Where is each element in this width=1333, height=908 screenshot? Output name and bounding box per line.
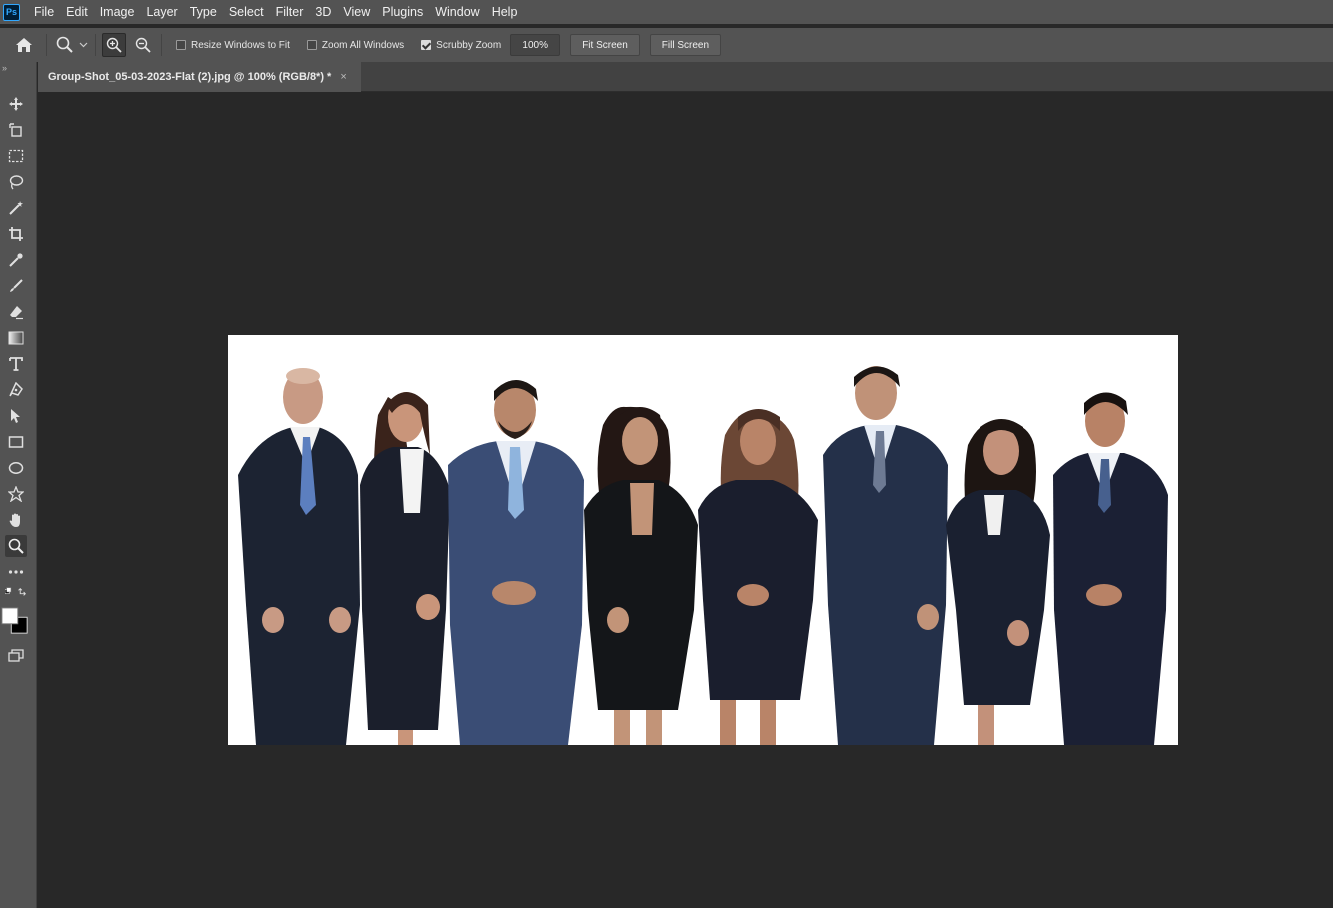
options-bar: Resize Windows to Fit Zoom All Windows S… <box>0 28 1333 62</box>
hand-tool-icon[interactable] <box>5 509 27 531</box>
checkbox-box[interactable] <box>306 40 317 50</box>
menu-type[interactable]: Type <box>184 0 223 24</box>
chevron-down-icon[interactable] <box>77 33 89 57</box>
pen-tool-icon[interactable] <box>5 379 27 401</box>
options-separator <box>95 34 96 56</box>
person-1 <box>238 368 360 745</box>
document-tab-title: Group-Shot_05-03-2023-Flat (2).jpg @ 100… <box>48 71 332 83</box>
zoom-all-windows-label: Zoom All Windows <box>321 39 405 51</box>
scrubby-zoom-label: Scrubby Zoom <box>436 39 502 51</box>
path-selection-tool-icon[interactable] <box>5 405 27 427</box>
menu-layer[interactable]: Layer <box>140 0 183 24</box>
person-2 <box>360 392 450 745</box>
fit-screen-button[interactable]: Fit Screen <box>570 34 640 56</box>
person-8 <box>1053 392 1168 745</box>
menu-view[interactable]: View <box>337 0 376 24</box>
swap-colors-icon[interactable] <box>5 585 27 599</box>
brush-tool-icon[interactable] <box>5 275 27 297</box>
rectangle-tool-icon[interactable] <box>5 431 27 453</box>
document-tab-bar: Group-Shot_05-03-2023-Flat (2).jpg @ 100… <box>38 62 1333 92</box>
magic-wand-tool-icon[interactable] <box>5 197 27 219</box>
person-6 <box>823 366 948 745</box>
resize-windows-label: Resize Windows to Fit <box>191 39 290 51</box>
close-icon[interactable]: × <box>340 71 346 83</box>
zoom-in-icon[interactable] <box>102 33 126 57</box>
menu-edit[interactable]: Edit <box>60 0 94 24</box>
photoshop-logo-icon: Ps <box>3 3 20 21</box>
menu-select[interactable]: Select <box>223 0 270 24</box>
zoom-out-icon[interactable] <box>131 33 155 57</box>
person-7 <box>946 419 1050 745</box>
zoom-tool-preset-icon[interactable] <box>53 33 77 57</box>
panel-collapse-icon[interactable]: » <box>0 62 36 80</box>
menu-plugins[interactable]: Plugins <box>376 0 429 24</box>
screen-mode-icon[interactable] <box>5 645 27 667</box>
menu-filter[interactable]: Filter <box>270 0 310 24</box>
zoom-tool-icon[interactable] <box>5 535 27 557</box>
zoom-percentage-field[interactable]: 100% <box>510 34 561 56</box>
menu-image[interactable]: Image <box>94 0 141 24</box>
custom-shape-tool-icon[interactable] <box>5 483 27 505</box>
menu-help[interactable]: Help <box>486 0 524 24</box>
type-tool-icon[interactable] <box>5 353 27 375</box>
eyedropper-tool-icon[interactable] <box>5 249 27 271</box>
menu-3d[interactable]: 3D <box>309 0 337 24</box>
person-3 <box>448 379 584 745</box>
fill-screen-button[interactable]: Fill Screen <box>649 34 722 56</box>
resize-windows-checkbox[interactable]: Resize Windows to Fit <box>176 40 290 51</box>
tools-panel: » <box>0 62 37 908</box>
move-tool-icon[interactable] <box>5 93 27 115</box>
options-separator <box>46 34 47 56</box>
color-swatches[interactable] <box>1 605 29 637</box>
menu-file[interactable]: File <box>28 0 60 24</box>
scrubby-zoom-checkbox[interactable]: Scrubby Zoom <box>421 40 501 51</box>
lasso-tool-icon[interactable] <box>5 171 27 193</box>
document-image[interactable] <box>228 335 1178 745</box>
gradient-tool-icon[interactable] <box>5 327 27 349</box>
home-icon[interactable] <box>12 33 36 57</box>
person-4 <box>584 406 698 745</box>
options-separator <box>161 34 162 56</box>
ellipse-tool-icon[interactable] <box>5 457 27 479</box>
marquee-tool-icon[interactable] <box>5 145 27 167</box>
eraser-tool-icon[interactable] <box>5 301 27 323</box>
checkbox-box[interactable] <box>176 40 186 50</box>
menu-bar: Ps File Edit Image Layer Type Select Fil… <box>0 0 1333 24</box>
zoom-all-windows-checkbox[interactable]: Zoom All Windows <box>306 39 405 51</box>
more-tools-icon[interactable] <box>5 561 27 583</box>
checkbox-box-checked[interactable] <box>421 40 432 50</box>
group-photo <box>238 366 1168 745</box>
person-5 <box>698 409 818 745</box>
document-tab[interactable]: Group-Shot_05-03-2023-Flat (2).jpg @ 100… <box>38 62 361 92</box>
artboard-tool-icon[interactable] <box>5 119 27 141</box>
crop-tool-icon[interactable] <box>5 223 27 245</box>
menu-window[interactable]: Window <box>429 0 485 24</box>
